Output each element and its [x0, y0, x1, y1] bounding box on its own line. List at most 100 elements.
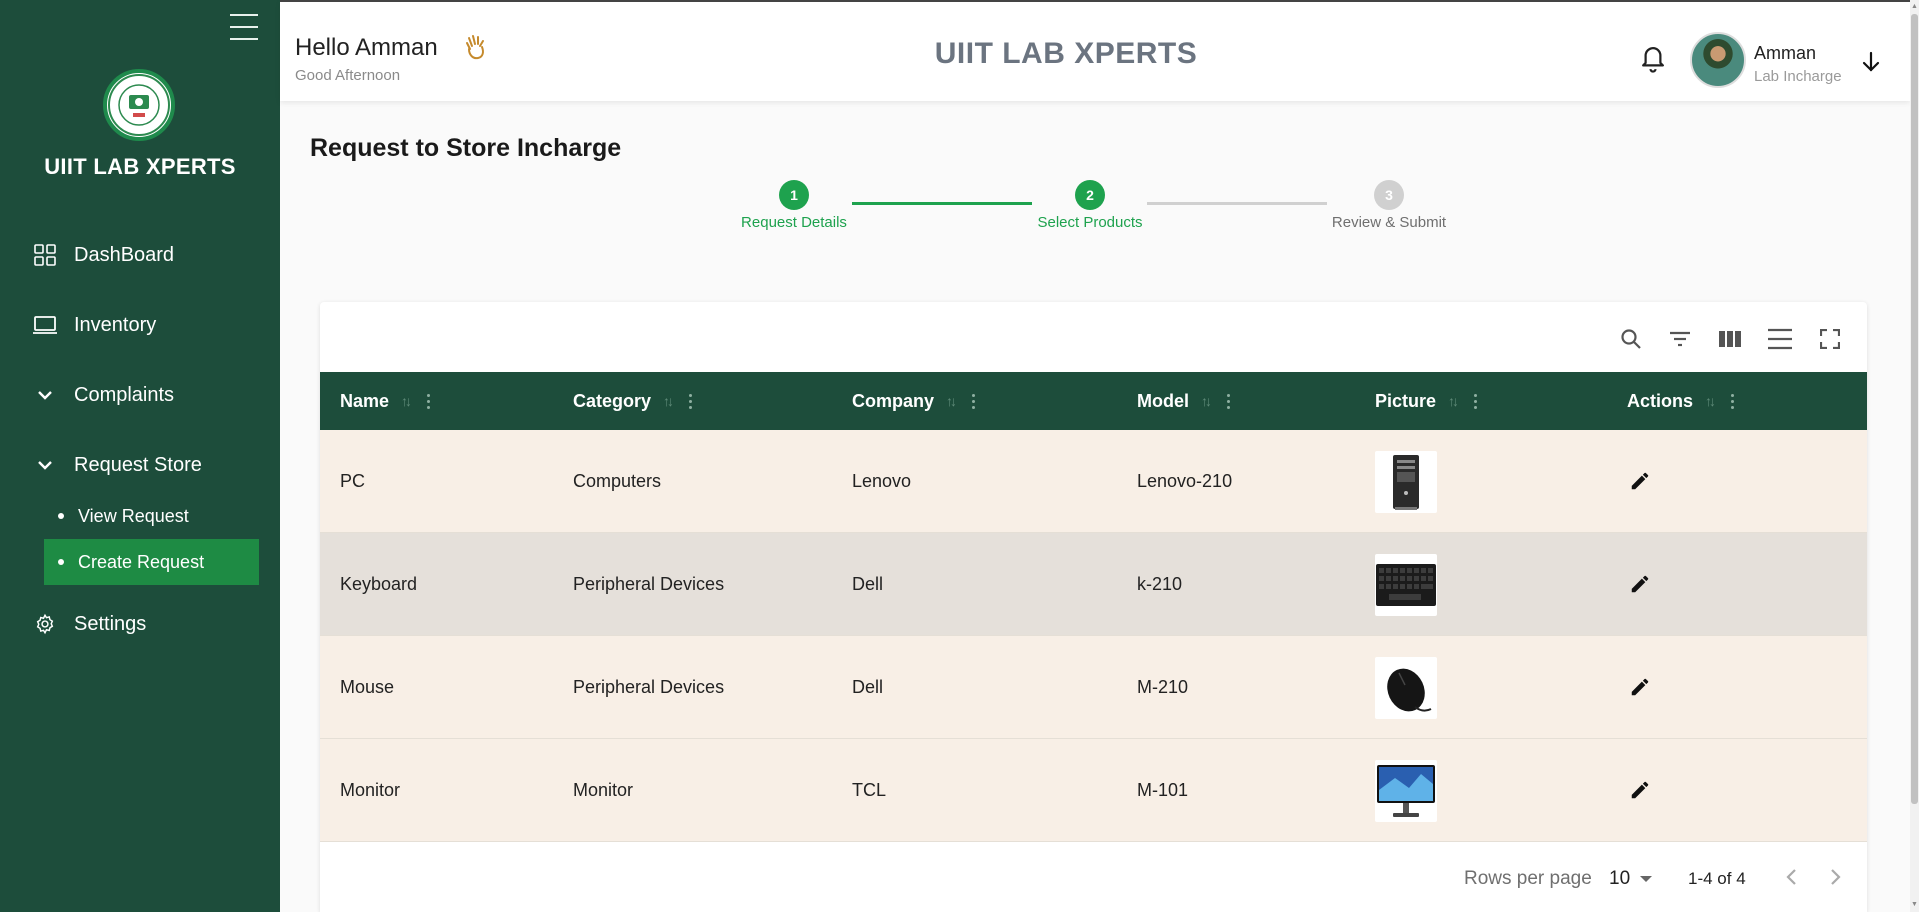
sidebar-item-label: DashBoard — [74, 243, 175, 266]
sidebar: UIIT LAB XPERTS DashBoard Inventory Comp… — [0, 0, 280, 912]
column-header-label: Model — [1137, 390, 1189, 411]
table-pagination: Rows per page 10 1-4 of 4 — [320, 836, 1867, 912]
cell-model: Lenovo-210 — [1137, 471, 1233, 491]
edit-icon[interactable] — [1625, 672, 1655, 702]
top-header: Hello Amman Good Afternoon UIIT LAB XPER… — [280, 0, 1910, 101]
column-header-category[interactable]: Category ↑↓ — [573, 372, 693, 430]
page-title: Request to Store Incharge — [310, 134, 622, 162]
filter-icon[interactable] — [1665, 324, 1695, 354]
column-header-label: Name — [340, 390, 390, 411]
cell-model: k-210 — [1137, 574, 1183, 594]
cell-category: Computers — [573, 471, 662, 491]
step-1-label[interactable]: Request Details — [714, 214, 874, 231]
cell-category: Monitor — [573, 780, 634, 800]
column-header-name[interactable]: Name ↑↓ — [340, 372, 431, 430]
chevron-down-icon — [32, 382, 58, 408]
density-icon[interactable] — [1765, 324, 1795, 354]
sidebar-subitem-view-request[interactable]: View Request — [44, 493, 259, 539]
column-header-company[interactable]: Company ↑↓ — [852, 372, 976, 430]
column-header-actions[interactable]: Actions ↑↓ — [1627, 372, 1735, 430]
column-menu-icon[interactable] — [1474, 393, 1478, 409]
sub-greeting: Good Afternoon — [295, 67, 401, 84]
column-header-label: Company — [852, 390, 935, 411]
cell-company: Dell — [852, 677, 884, 697]
search-icon[interactable] — [1616, 324, 1646, 354]
next-page-icon[interactable] — [1820, 862, 1850, 892]
rows-per-page-value: 10 — [1609, 868, 1631, 889]
fullscreen-icon[interactable] — [1815, 324, 1845, 354]
sort-icon[interactable]: ↑↓ — [1705, 393, 1716, 409]
step-3-label[interactable]: Review & Submit — [1309, 214, 1469, 231]
cell-name: PC — [340, 471, 366, 491]
user-role: Lab Incharge — [1754, 68, 1842, 85]
step-connector-pending — [1147, 202, 1327, 205]
table-header: Name ↑↓ Category ↑↓ Company ↑↓ Model ↑↓ … — [320, 372, 1867, 430]
column-menu-icon[interactable] — [689, 393, 693, 409]
pc-tower-image — [1375, 451, 1437, 513]
caret-down-icon — [1640, 876, 1653, 882]
sidebar-item-label: Complaints — [74, 383, 175, 406]
bullet-icon — [58, 559, 64, 565]
table-row[interactable]: Keyboard Peripheral Devices Dell k-210 — [320, 533, 1867, 636]
cell-model: M-101 — [1137, 780, 1189, 800]
sort-icon[interactable]: ↑↓ — [401, 393, 412, 409]
scroll-up-icon[interactable]: ▲ — [1910, 2, 1919, 12]
sidebar-brand: UIIT LAB XPERTS — [44, 154, 236, 179]
page-scrollbar[interactable]: ▲ ▼ — [1910, 0, 1919, 912]
laptop-icon — [32, 312, 58, 338]
dashboard-grid-icon — [32, 242, 58, 268]
sidebar-item-label: Inventory — [74, 313, 157, 336]
table-row[interactable]: Monitor Monitor TCL M-101 — [320, 739, 1867, 842]
column-menu-icon[interactable] — [1227, 393, 1230, 409]
column-header-model[interactable]: Model ↑↓ — [1137, 372, 1230, 430]
sidebar-item-settings[interactable]: Settings — [32, 606, 146, 642]
column-menu-icon[interactable] — [972, 393, 976, 409]
sort-icon[interactable]: ↑↓ — [1201, 393, 1212, 409]
greeting: Hello Amman — [295, 34, 438, 61]
mouse-image — [1375, 657, 1437, 719]
bullet-icon — [58, 513, 64, 519]
step-1-circle[interactable]: 1 — [779, 180, 809, 210]
sidebar-subitem-label: Create Request — [78, 551, 205, 572]
step-2-circle[interactable]: 2 — [1075, 180, 1105, 210]
sort-icon[interactable]: ↑↓ — [663, 393, 674, 409]
edit-icon[interactable] — [1625, 569, 1655, 599]
step-3-circle[interactable]: 3 — [1374, 180, 1404, 210]
table-row[interactable]: Mouse Peripheral Devices Dell M-210 — [320, 636, 1867, 739]
sidebar-subitem-label: View Request — [78, 505, 189, 526]
arrow-down-icon[interactable] — [1860, 50, 1882, 74]
step-2-label[interactable]: Select Products — [1010, 214, 1170, 231]
menu-toggle-icon[interactable] — [230, 14, 258, 44]
column-menu-icon[interactable] — [1731, 393, 1735, 409]
table-row[interactable]: PC Computers Lenovo Lenovo-210 — [320, 430, 1867, 533]
sidebar-item-inventory[interactable]: Inventory — [32, 307, 156, 343]
sidebar-item-complaints[interactable]: Complaints — [32, 377, 174, 413]
column-menu-icon[interactable] — [427, 393, 431, 409]
sort-icon[interactable]: ↑↓ — [1448, 393, 1459, 409]
edit-icon[interactable] — [1625, 466, 1655, 496]
previous-page-icon[interactable] — [1777, 862, 1807, 892]
cell-name: Keyboard — [340, 574, 418, 594]
keyboard-image — [1375, 554, 1437, 616]
products-table-card: Name ↑↓ Category ↑↓ Company ↑↓ Model ↑↓ … — [320, 302, 1867, 912]
step-connector-done — [852, 202, 1032, 205]
scroll-down-icon[interactable]: ▼ — [1910, 900, 1919, 910]
sidebar-item-dashboard[interactable]: DashBoard — [32, 237, 174, 273]
sidebar-item-request-store[interactable]: Request Store — [32, 447, 202, 483]
pagination-range: 1-4 of 4 — [1688, 869, 1746, 888]
user-name: Amman — [1754, 43, 1817, 63]
scrollbar-thumb[interactable] — [1911, 14, 1918, 804]
column-header-picture[interactable]: Picture ↑↓ — [1375, 372, 1478, 430]
columns-icon[interactable] — [1715, 324, 1745, 354]
rows-per-page-select[interactable]: 10 — [1609, 864, 1661, 894]
notification-bell-icon[interactable] — [1638, 42, 1668, 74]
app-logo — [103, 69, 175, 141]
sidebar-subitem-create-request[interactable]: Create Request — [44, 539, 259, 585]
user-avatar[interactable] — [1690, 32, 1746, 88]
cell-company: TCL — [852, 780, 887, 800]
column-header-label: Actions — [1627, 390, 1694, 411]
sort-icon[interactable]: ↑↓ — [946, 393, 957, 409]
column-header-label: Category — [573, 390, 652, 411]
cell-category: Peripheral Devices — [573, 677, 725, 697]
edit-icon[interactable] — [1625, 775, 1655, 805]
